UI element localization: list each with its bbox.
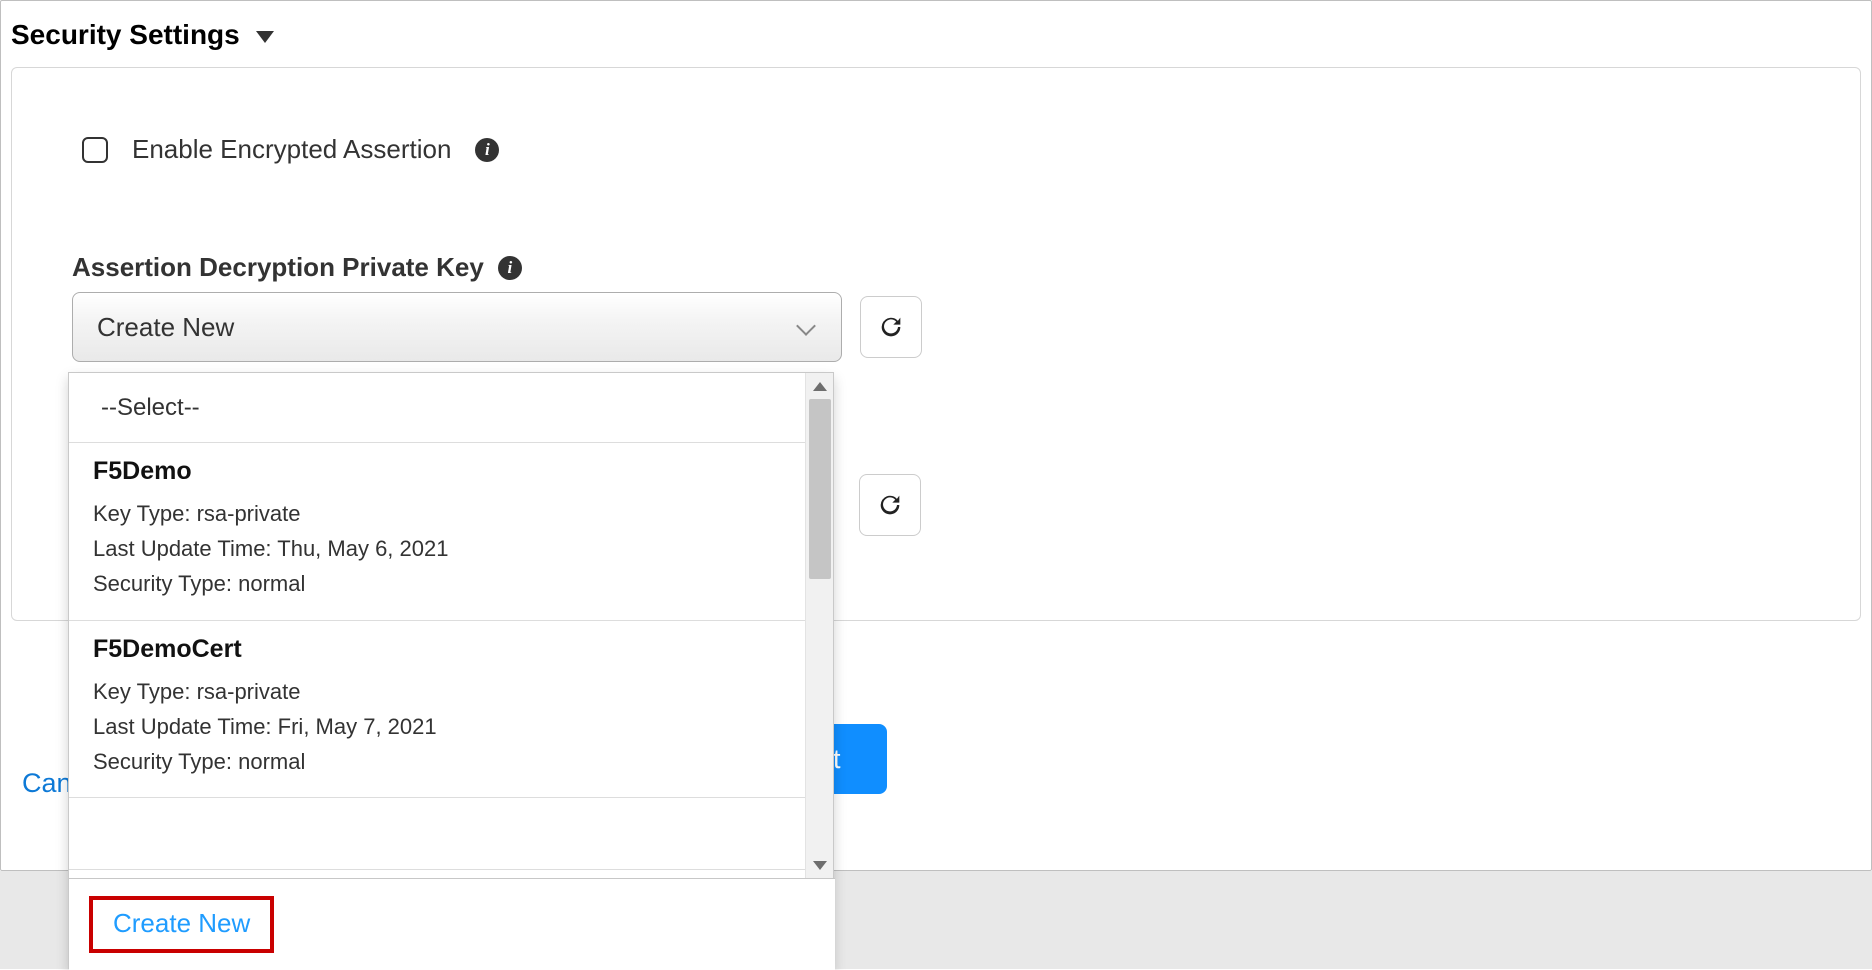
refresh-button[interactable] [859,474,921,536]
refresh-icon [876,491,904,519]
create-new-button[interactable]: Create New [89,896,274,953]
assertion-key-selected-value: Create New [97,312,234,343]
section-header[interactable]: Security Settings [1,1,1871,65]
chevron-down-icon [797,317,817,337]
assertion-key-select-row: Create New [72,292,922,362]
scroll-thumb[interactable] [809,399,831,579]
scroll-up-button[interactable] [806,373,834,399]
next-button[interactable]: t [831,724,887,794]
section-title: Security Settings [11,19,240,51]
enable-encrypted-assertion-checkbox[interactable] [82,137,108,163]
dropdown-item-meta: Key Type: rsa-private Last Update Time: … [93,496,783,602]
dropdown-item-f5demo[interactable]: F5Demo Key Type: rsa-private Last Update… [69,443,807,621]
enable-encrypted-assertion-row: Enable Encrypted Assertion i [82,134,499,165]
next-button-fragment: t [833,744,841,775]
dropdown-item-meta: Key Type: rsa-private Last Update Time: … [93,674,783,780]
dropdown-footer: Create New [69,878,835,970]
assertion-key-label-row: Assertion Decryption Private Key i [72,252,522,283]
info-icon[interactable]: i [498,256,522,280]
caret-down-icon [256,31,274,43]
dropdown-list: --Select-- F5Demo Key Type: rsa-private … [69,373,807,878]
assertion-key-label: Assertion Decryption Private Key [72,252,484,283]
dropdown-item-title: F5DemoCert [93,635,783,664]
dropdown-item-title [93,812,783,841]
arrow-up-icon [813,382,827,391]
dropdown-scrollbar[interactable] [805,373,833,878]
refresh-icon [877,313,905,341]
assertion-key-dropdown: --Select-- F5Demo Key Type: rsa-private … [68,372,834,969]
scroll-down-button[interactable] [806,852,834,878]
enable-encrypted-assertion-label: Enable Encrypted Assertion [132,134,451,165]
info-icon[interactable]: i [475,138,499,162]
assertion-key-select[interactable]: Create New [72,292,842,362]
refresh-button[interactable] [860,296,922,358]
dropdown-placeholder[interactable]: --Select-- [69,373,807,443]
arrow-down-icon [813,861,827,870]
dropdown-item-truncated[interactable] [69,798,807,870]
dropdown-item-title: F5Demo [93,457,783,486]
dropdown-item-f5democert[interactable]: F5DemoCert Key Type: rsa-private Last Up… [69,621,807,799]
cancel-link[interactable]: Can [22,768,72,799]
